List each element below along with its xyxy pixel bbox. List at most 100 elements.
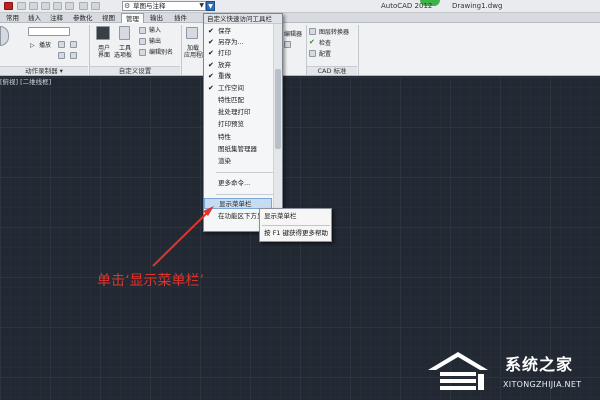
export-icon[interactable] bbox=[139, 38, 146, 45]
title-bar: ⚙ 草图与注释 ▼ ▼ AutoCAD 2012 Drawing1.dwg bbox=[0, 0, 600, 13]
checkmark-icon: ✔ bbox=[208, 27, 214, 35]
recorder-tool-icon[interactable] bbox=[58, 52, 65, 59]
menu-item-label: 工作空间 bbox=[218, 84, 244, 92]
menu-scrollbar[interactable] bbox=[273, 24, 282, 231]
edit-alias-label[interactable]: 编辑别名 bbox=[149, 49, 173, 56]
play-icon[interactable]: ▷ bbox=[30, 42, 35, 49]
checkmark-icon: ✔ bbox=[208, 84, 214, 92]
qat-saveas-icon[interactable] bbox=[53, 2, 62, 10]
menu-header: 自定义快速访问工具栏 bbox=[204, 14, 282, 24]
divider bbox=[181, 25, 182, 75]
menu-item-batch-plot[interactable]: 批处理打印 bbox=[204, 107, 272, 118]
menu-item-label: 更多命令... bbox=[218, 179, 251, 187]
recorder-tool-icon[interactable] bbox=[70, 52, 77, 59]
configure-label[interactable]: 配置 bbox=[319, 51, 331, 58]
menu-item-label: 打印 bbox=[218, 49, 231, 57]
tab-parametric[interactable]: 参数化 bbox=[69, 13, 97, 23]
menu-item-sheetset[interactable]: 图纸集管理器 bbox=[204, 144, 272, 155]
tool-palettes-label-2[interactable]: 选项板 bbox=[114, 52, 132, 59]
menu-item-properties[interactable]: 特性 bbox=[204, 132, 272, 143]
check-label[interactable]: 检查 bbox=[319, 40, 331, 47]
menu-item-label: 批处理打印 bbox=[218, 108, 251, 116]
workspace-dropdown[interactable]: ⚙ 草图与注释 ▼ bbox=[122, 1, 206, 11]
menu-item-save[interactable]: ✔ 保存 bbox=[204, 26, 272, 37]
tooltip-divider bbox=[262, 225, 330, 226]
gear-icon: ⚙ bbox=[124, 2, 131, 10]
import-icon[interactable] bbox=[139, 27, 146, 34]
menu-item-saveas[interactable]: ✔ 另存为... bbox=[204, 37, 272, 48]
checkmark-icon: ✔ bbox=[208, 61, 214, 69]
qat-save-icon[interactable] bbox=[41, 2, 50, 10]
watermark-url: XITONGZHIJIA.NET bbox=[503, 380, 582, 389]
check-icon[interactable]: ✔ bbox=[309, 39, 315, 46]
watermark-name: 系统之家 bbox=[505, 355, 574, 374]
tab-manage[interactable]: 管理 bbox=[121, 13, 144, 23]
qat-redo-icon[interactable] bbox=[91, 2, 100, 10]
menu-item-workspace[interactable]: ✔ 工作空间 bbox=[204, 83, 272, 94]
menu-item-label: 渲染 bbox=[218, 157, 231, 165]
qat-open-icon[interactable] bbox=[29, 2, 38, 10]
chevron-down-icon: ▼ bbox=[199, 2, 204, 9]
menu-divider bbox=[216, 194, 280, 195]
menu-item-more-commands[interactable]: 更多命令... bbox=[204, 178, 272, 189]
tab-annotate[interactable]: 注释 bbox=[46, 13, 67, 23]
viewport-label[interactable]: [俯视] [二维线框] bbox=[0, 78, 51, 87]
tool-palettes-icon[interactable] bbox=[119, 26, 130, 40]
menu-item-redo[interactable]: ✔ 重做 bbox=[204, 71, 272, 82]
layer-translator-icon[interactable] bbox=[309, 28, 316, 35]
app-menu-button[interactable] bbox=[4, 2, 13, 10]
tooltip: 显示菜单栏 按 F1 键获得更多帮助 bbox=[259, 208, 332, 242]
tooltip-help: 按 F1 键获得更多帮助 bbox=[264, 229, 329, 237]
tab-insert[interactable]: 插入 bbox=[24, 13, 45, 23]
tab-plugins[interactable]: 插件 bbox=[170, 13, 191, 23]
tool-palettes-label-1[interactable]: 工具 bbox=[119, 45, 131, 52]
layer-translator-label[interactable]: 图层转换器 bbox=[319, 29, 349, 36]
cad-tool-icon[interactable] bbox=[284, 41, 291, 48]
macro-dropdown[interactable] bbox=[28, 27, 70, 36]
load-app-icon[interactable] bbox=[186, 27, 198, 39]
ribbon-tab-bar: 常用 插入 注释 参数化 视图 管理 输出 插件 bbox=[0, 13, 600, 23]
export-label[interactable]: 输出 bbox=[149, 38, 161, 45]
recorder-tool-icon[interactable] bbox=[70, 41, 77, 48]
ribbon-panel: ▷ 播放 动作录制器 ▾ 用户界面 工具 选项板 输入 输出 编辑别名 自定义设… bbox=[0, 23, 600, 76]
document-title: Drawing1.dwg bbox=[452, 2, 503, 10]
play-label[interactable]: 播放 bbox=[39, 42, 51, 49]
scrollbar-thumb[interactable] bbox=[275, 69, 281, 149]
edit-partial-label[interactable]: 编辑器 bbox=[284, 31, 302, 38]
menu-item-label: 另存为... bbox=[218, 38, 244, 46]
workspace-label: 草图与注释 bbox=[133, 2, 166, 10]
annotation-text: 单击‘显示菜单栏’ bbox=[97, 273, 204, 289]
divider bbox=[358, 25, 359, 75]
qat-customize-menu: 自定义快速访问工具栏 ✔ 保存 ✔ 另存为... ✔ 打印 ✔ 放弃 ✔ 重做 ✔ 工作空间… bbox=[203, 13, 283, 232]
tab-output[interactable]: 输出 bbox=[146, 13, 167, 23]
checkmark-icon: ✔ bbox=[208, 38, 214, 46]
menu-item-matchprop[interactable]: 特性匹配 bbox=[204, 95, 272, 106]
menu-item-render[interactable]: 渲染 bbox=[204, 156, 272, 167]
menu-item-label: 放弃 bbox=[218, 61, 231, 69]
menu-item-label: 重做 bbox=[218, 72, 231, 80]
record-icon[interactable] bbox=[0, 26, 9, 46]
qat-undo-icon[interactable] bbox=[79, 2, 88, 10]
menu-item-label: 图纸集管理器 bbox=[218, 145, 257, 153]
load-app-label-1[interactable]: 加载 bbox=[187, 45, 199, 52]
qat-plot-icon[interactable] bbox=[65, 2, 74, 10]
configure-icon[interactable] bbox=[309, 50, 316, 57]
menu-item-label: 显示菜单栏 bbox=[219, 200, 252, 208]
menu-item-plot-preview[interactable]: 打印预览 bbox=[204, 119, 272, 130]
tab-home[interactable]: 常用 bbox=[2, 13, 23, 23]
tab-view[interactable]: 视图 bbox=[98, 13, 119, 23]
panel-customization-title: 自定义设置 bbox=[90, 66, 180, 75]
edit-alias-icon[interactable] bbox=[139, 49, 146, 56]
qat-new-icon[interactable] bbox=[17, 2, 26, 10]
app-title: AutoCAD 2012 bbox=[381, 2, 433, 10]
qat-dropdown-button[interactable]: ▼ bbox=[206, 1, 215, 11]
cui-icon[interactable] bbox=[96, 26, 110, 40]
recorder-tool-icon[interactable] bbox=[58, 41, 65, 48]
menu-item-undo[interactable]: ✔ 放弃 bbox=[204, 60, 272, 71]
panel-action-recorder-title[interactable]: 动作录制器 ▾ bbox=[0, 66, 88, 75]
import-label[interactable]: 输入 bbox=[149, 27, 161, 34]
menu-item-plot[interactable]: ✔ 打印 bbox=[204, 48, 272, 59]
user-interface-button[interactable]: 用户界面 bbox=[96, 45, 112, 59]
menu-item-label: 特性匹配 bbox=[218, 96, 244, 104]
menu-divider bbox=[216, 172, 280, 173]
